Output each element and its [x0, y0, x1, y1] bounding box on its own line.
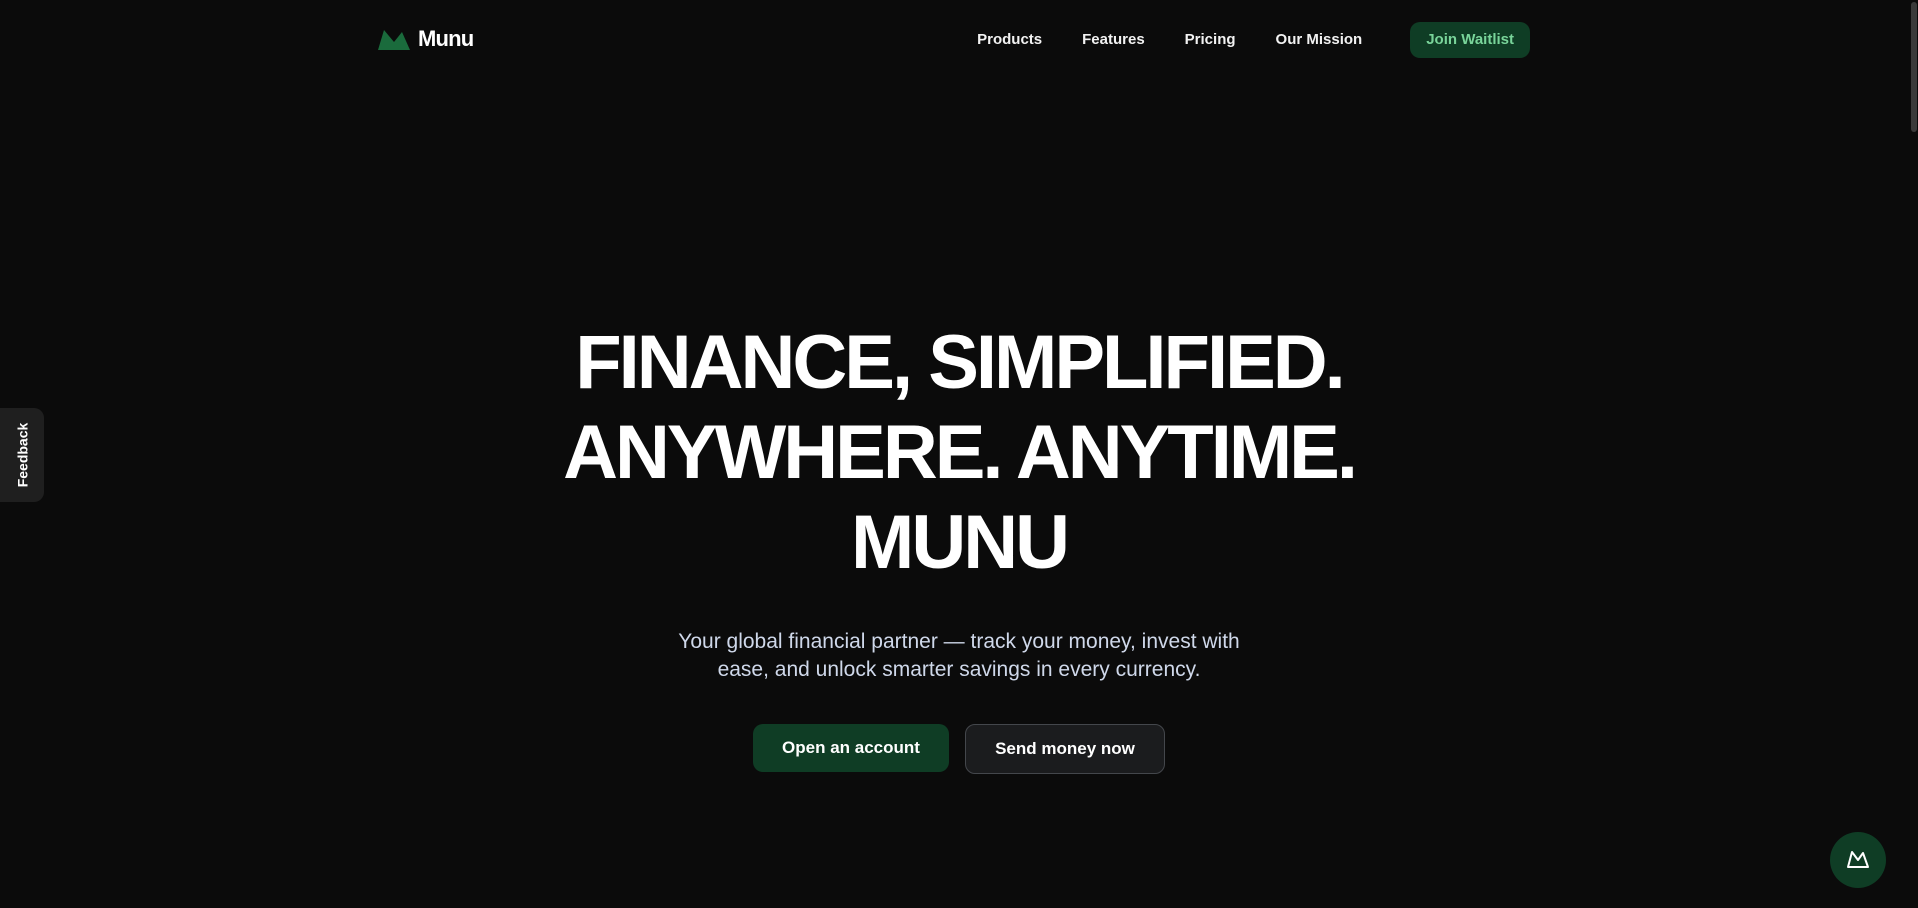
brand-name: Munu [418, 26, 474, 51]
hero-title: FINANCE, SIMPLIFIED. ANYWHERE. ANYTIME. … [0, 318, 1918, 588]
nav-link-pricing[interactable]: Pricing [1185, 22, 1236, 58]
feedback-label: Feedback [14, 422, 30, 488]
main-nav: Products Features Pricing Our Mission Jo… [977, 22, 1530, 58]
hero-title-line: MUNU [851, 500, 1070, 585]
hero-title-line: ANYWHERE. ANYTIME. [563, 410, 1358, 495]
hero-title-line: FINANCE, SIMPLIFIED. [575, 320, 1346, 405]
page-scrollbar[interactable] [1910, 0, 1918, 908]
nav-link-our-mission[interactable]: Our Mission [1276, 22, 1363, 58]
landing-page: Munu Products Features Pricing Our Missi… [0, 0, 1918, 908]
hero-cta-group: Open an account Send money now [0, 724, 1918, 774]
hero-section: FINANCE, SIMPLIFIED. ANYWHERE. ANYTIME. … [0, 318, 1918, 774]
mountain-chat-icon [1846, 849, 1870, 872]
mountain-logo-icon [378, 28, 410, 50]
send-money-button[interactable]: Send money now [965, 724, 1165, 774]
site-header: Munu Products Features Pricing Our Missi… [0, 0, 1918, 80]
join-waitlist-button[interactable]: Join Waitlist [1410, 22, 1530, 58]
chat-launcher-button[interactable] [1830, 832, 1886, 888]
feedback-tab[interactable]: Feedback [0, 408, 44, 502]
nav-link-products[interactable]: Products [977, 22, 1042, 58]
hero-subtitle: Your global financial partner — track yo… [678, 630, 1240, 681]
logo-link[interactable]: Munu [378, 26, 474, 52]
scrollbar-thumb[interactable] [1911, 2, 1917, 132]
open-account-button[interactable]: Open an account [753, 724, 949, 772]
nav-link-features[interactable]: Features [1082, 22, 1145, 58]
